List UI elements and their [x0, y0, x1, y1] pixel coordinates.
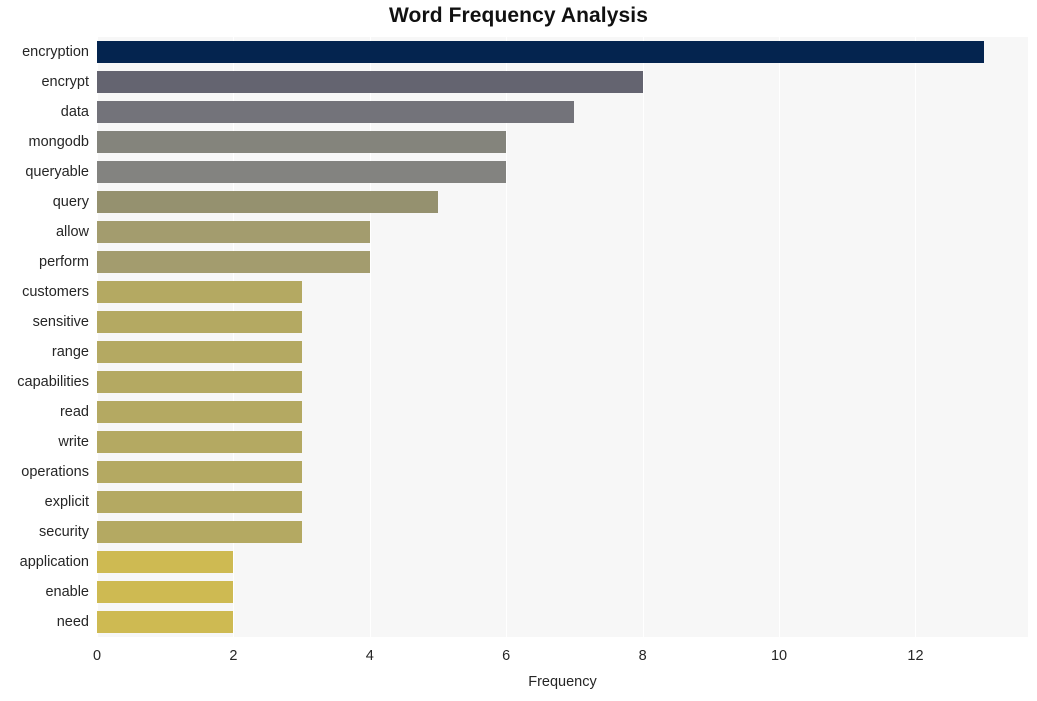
- bar-range[interactable]: [97, 341, 302, 363]
- y-tick-label-mongodb: mongodb: [28, 134, 89, 150]
- y-tick-label-queryable: queryable: [25, 164, 89, 180]
- bar-capabilities[interactable]: [97, 371, 302, 393]
- y-tick-label-capabilities: capabilities: [17, 374, 89, 390]
- y-tick-label-customers: customers: [22, 284, 89, 300]
- bar-queryable[interactable]: [97, 161, 507, 183]
- page-title: Word Frequency Analysis: [388, 4, 649, 27]
- y-tick-label-query: query: [52, 194, 89, 210]
- y-tick-label-allow: allow: [55, 224, 89, 240]
- y-tick-label-security: security: [39, 524, 89, 540]
- bar-allow[interactable]: [97, 221, 370, 243]
- y-tick-label-data: data: [60, 104, 89, 120]
- bar-application[interactable]: [97, 551, 234, 573]
- y-tick-label-explicit: explicit: [44, 494, 89, 510]
- bar-sensitive[interactable]: [97, 311, 302, 333]
- y-tick-label-need: need: [56, 614, 89, 630]
- y-tick-label-operations: operations: [21, 464, 89, 480]
- x-tick-label-12: 12: [907, 648, 924, 664]
- x-tick-label-10: 10: [770, 648, 788, 664]
- y-tick-label-application: application: [19, 554, 89, 570]
- bar-enable[interactable]: [97, 581, 234, 603]
- plot-area: [97, 37, 1028, 637]
- y-tick-label-encrypt: encrypt: [41, 74, 89, 90]
- x-tick-label-2: 2: [229, 648, 238, 664]
- bar-customers[interactable]: [97, 281, 302, 303]
- bar-read[interactable]: [97, 401, 302, 423]
- x-tick-label-0: 0: [92, 648, 102, 664]
- word-frequency-chart: Word Frequency Analysis encryption encryp…: [0, 0, 1037, 701]
- y-tick-label-write: write: [58, 434, 89, 450]
- y-tick-label-range: range: [51, 344, 89, 360]
- x-axis-tick-labels: 0 2 4 6 8 10 12: [0, 648, 1037, 670]
- y-axis-tick-labels: encryption encrypt data mongodb queryable que…: [0, 37, 89, 637]
- bar-operations[interactable]: [97, 461, 302, 483]
- bar-need[interactable]: [97, 611, 234, 633]
- bar-write[interactable]: [97, 431, 302, 453]
- x-tick-label-4: 4: [365, 648, 374, 664]
- bar-query[interactable]: [97, 191, 439, 213]
- y-tick-label-perform: perform: [39, 254, 89, 270]
- bar-encryption[interactable]: [97, 41, 984, 63]
- bar-data[interactable]: [97, 101, 575, 123]
- bar-security[interactable]: [97, 521, 302, 543]
- bar-encrypt[interactable]: [97, 71, 643, 93]
- bar-perform[interactable]: [97, 251, 370, 273]
- bars-layer: [97, 37, 1028, 637]
- bar-explicit[interactable]: [97, 491, 302, 513]
- x-tick-label-8: 8: [638, 648, 647, 664]
- x-axis-title: Frequency: [528, 674, 597, 690]
- y-tick-label-enable: enable: [45, 584, 89, 600]
- y-tick-label-sensitive: sensitive: [32, 314, 89, 330]
- bar-mongodb[interactable]: [97, 131, 507, 153]
- x-tick-label-6: 6: [502, 648, 511, 664]
- y-tick-label-encryption: encryption: [22, 44, 89, 60]
- y-tick-label-read: read: [59, 404, 89, 420]
